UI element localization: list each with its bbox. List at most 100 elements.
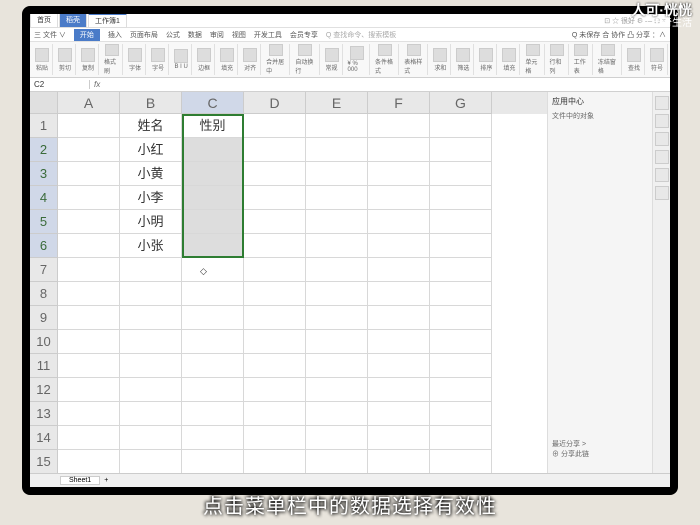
cell[interactable] xyxy=(244,402,306,426)
name-box[interactable]: C2 xyxy=(30,80,90,89)
sidepane-footer1[interactable]: 最近分享 > xyxy=(552,439,586,449)
ribbon-group[interactable]: 填充 xyxy=(499,44,520,75)
row-header[interactable]: 11 xyxy=(30,354,58,378)
cell[interactable] xyxy=(368,354,430,378)
cell[interactable] xyxy=(244,138,306,162)
cell[interactable] xyxy=(430,354,492,378)
sheet-tab[interactable]: Sheet1 xyxy=(60,476,100,485)
sidepane-footer2[interactable]: ⊕ 分享此链 xyxy=(552,449,589,459)
fx-label[interactable]: fx xyxy=(90,80,104,89)
ribbon-group[interactable]: B I U xyxy=(171,44,192,75)
ribbon-group[interactable]: 表格样式 xyxy=(401,44,428,75)
cell[interactable] xyxy=(430,234,492,258)
cell[interactable]: 小李 xyxy=(120,186,182,210)
cell[interactable] xyxy=(244,282,306,306)
cell[interactable] xyxy=(182,354,244,378)
cell[interactable] xyxy=(368,162,430,186)
cell[interactable] xyxy=(368,282,430,306)
cell[interactable] xyxy=(182,426,244,450)
ribbon-group[interactable]: 格式刷 xyxy=(101,44,123,75)
cell[interactable] xyxy=(368,114,430,138)
cell[interactable] xyxy=(306,354,368,378)
row-header[interactable]: 7 xyxy=(30,258,58,282)
menu-layout[interactable]: 页面布局 xyxy=(130,30,158,40)
ribbon-group[interactable]: 行和列 xyxy=(547,44,569,75)
cell[interactable] xyxy=(58,426,120,450)
row-header[interactable]: 1 xyxy=(30,114,58,138)
row-header[interactable]: 13 xyxy=(30,402,58,426)
cell[interactable] xyxy=(182,162,244,186)
cell[interactable] xyxy=(120,402,182,426)
row-header[interactable]: 6 xyxy=(30,234,58,258)
cell[interactable] xyxy=(244,426,306,450)
cell[interactable] xyxy=(430,258,492,282)
cell[interactable] xyxy=(58,378,120,402)
ribbon-group[interactable]: 筛选 xyxy=(453,44,474,75)
ribbon-group[interactable]: 冻结窗格 xyxy=(595,44,622,75)
menu-data[interactable]: 数据 xyxy=(188,30,202,40)
cell[interactable]: 小红 xyxy=(120,138,182,162)
cell[interactable] xyxy=(430,450,492,473)
cell[interactable] xyxy=(368,234,430,258)
row-header[interactable]: 3 xyxy=(30,162,58,186)
side-icon[interactable] xyxy=(655,168,669,182)
ribbon-group[interactable]: 查找 xyxy=(624,44,645,75)
cell[interactable] xyxy=(244,186,306,210)
menu-member[interactable]: 会员专享 xyxy=(290,30,318,40)
cell[interactable] xyxy=(306,186,368,210)
cell[interactable] xyxy=(182,402,244,426)
col-header[interactable]: E xyxy=(306,92,368,114)
row-header[interactable]: 12 xyxy=(30,378,58,402)
tab-home[interactable]: 首页 xyxy=(30,14,58,28)
cell[interactable] xyxy=(182,138,244,162)
cell[interactable] xyxy=(306,426,368,450)
menu-start[interactable]: 开始 xyxy=(74,29,100,41)
cell[interactable] xyxy=(430,330,492,354)
cell[interactable] xyxy=(306,282,368,306)
cell[interactable] xyxy=(58,162,120,186)
cell[interactable] xyxy=(244,450,306,473)
cell[interactable] xyxy=(182,234,244,258)
ribbon-group[interactable]: 求和 xyxy=(430,44,451,75)
cell[interactable] xyxy=(120,282,182,306)
cell[interactable] xyxy=(58,258,120,282)
cell[interactable] xyxy=(182,186,244,210)
cell[interactable] xyxy=(306,378,368,402)
cell[interactable] xyxy=(368,378,430,402)
ribbon-group[interactable]: 剪切 xyxy=(55,44,76,75)
cell[interactable] xyxy=(58,402,120,426)
add-sheet-button[interactable]: + xyxy=(100,477,112,484)
cell[interactable] xyxy=(430,114,492,138)
ribbon-group[interactable]: 粘贴 xyxy=(32,44,53,75)
cell[interactable] xyxy=(368,258,430,282)
cell[interactable] xyxy=(244,354,306,378)
cell[interactable] xyxy=(306,306,368,330)
cell[interactable]: 小张 xyxy=(120,234,182,258)
side-icon[interactable] xyxy=(655,96,669,110)
ribbon-group[interactable]: 对齐 xyxy=(240,44,261,75)
row-header[interactable]: 8 xyxy=(30,282,58,306)
row-header[interactable]: 2 xyxy=(30,138,58,162)
select-all-corner[interactable] xyxy=(30,92,58,114)
cell[interactable] xyxy=(120,450,182,473)
cell[interactable] xyxy=(368,210,430,234)
cell[interactable] xyxy=(58,114,120,138)
cell[interactable] xyxy=(58,234,120,258)
spreadsheet[interactable]: ABCDEFG 1姓名性别2小红3小黄4小李5小明6小张789101112131… xyxy=(30,92,547,473)
cell[interactable] xyxy=(182,450,244,473)
cell[interactable] xyxy=(430,138,492,162)
cell[interactable] xyxy=(306,138,368,162)
menu-dev[interactable]: 开发工具 xyxy=(254,30,282,40)
ribbon-group[interactable]: 单元格 xyxy=(522,44,544,75)
cell[interactable] xyxy=(244,378,306,402)
cell[interactable] xyxy=(430,426,492,450)
cell[interactable] xyxy=(244,306,306,330)
ribbon-group[interactable]: 常规 xyxy=(322,44,343,75)
col-header[interactable]: C xyxy=(182,92,244,114)
menu-search[interactable]: Q 查找命令、搜索模板 xyxy=(326,30,396,40)
cell[interactable] xyxy=(430,186,492,210)
ribbon-group[interactable]: 边框 xyxy=(194,44,215,75)
menu-insert[interactable]: 插入 xyxy=(108,30,122,40)
cell[interactable] xyxy=(244,162,306,186)
cell[interactable] xyxy=(58,306,120,330)
